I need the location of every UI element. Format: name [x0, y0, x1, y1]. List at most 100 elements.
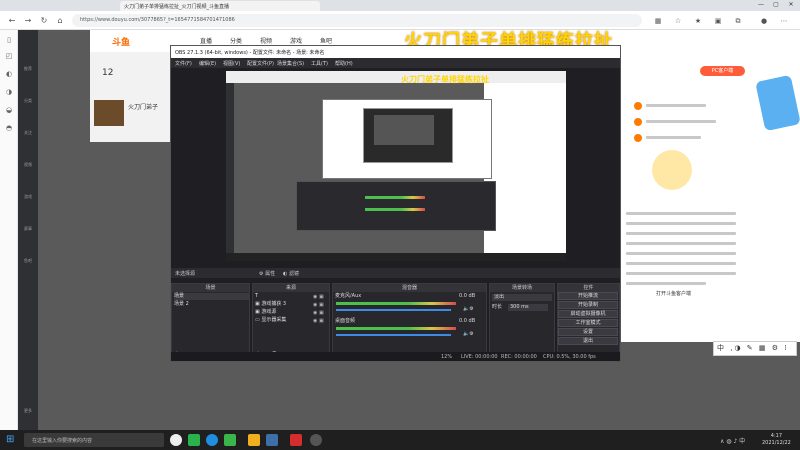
nav-game[interactable]: 游戏 — [290, 36, 302, 45]
settings-button[interactable]: 设置 — [558, 328, 618, 336]
app-icon[interactable] — [248, 434, 260, 446]
sidebar-item-follow[interactable]: 关注 — [20, 130, 36, 136]
back-icon[interactable]: ← — [6, 15, 18, 27]
sidebar-item-event[interactable]: 赛事 — [20, 226, 36, 232]
app-icon[interactable]: ◒ — [4, 106, 14, 116]
mute-config-icons[interactable]: 🔈⚙ — [463, 306, 474, 313]
menu-profile[interactable]: 配置文件(P) — [247, 60, 274, 67]
sidebar-item-category[interactable]: 分类 — [20, 98, 36, 104]
wechat-icon[interactable] — [224, 434, 236, 446]
app-icon[interactable] — [290, 434, 302, 446]
nav-fishbar[interactable]: 鱼吧 — [320, 36, 332, 45]
sidebar-item-more[interactable]: 更多 — [20, 408, 36, 414]
favorites-icon[interactable]: ★ — [692, 15, 704, 27]
app-icon[interactable]: ◐ — [4, 70, 14, 80]
studio-mode-button[interactable]: 工作室模式 — [558, 319, 618, 327]
info-line — [646, 104, 706, 107]
stream-thumbnail[interactable] — [94, 100, 124, 126]
follow-panel: 12 火刀门弟子 — [90, 52, 170, 142]
taskbar-search[interactable]: 在这里输入你要搜索的内容 — [24, 433, 164, 447]
menu-scene-collection[interactable]: 场景集合(S) — [277, 60, 304, 67]
nested-overlay-title: 火刀门弟子单排猛练拉扯 — [401, 74, 489, 84]
audio-meter — [336, 327, 456, 330]
scene-item[interactable]: 场景 — [174, 293, 249, 300]
sidebar-item-fishbar[interactable]: 鱼吧 — [20, 258, 36, 264]
nav-live[interactable]: 直播 — [200, 36, 212, 45]
taskbar: ⊞ 在这里输入你要搜索的内容 ∧ ◍ ♪ 中 4:17 2021/12/22 — [0, 430, 800, 450]
obs-icon[interactable] — [310, 434, 322, 446]
source-item[interactable]: ▣ 游戏源 — [255, 309, 276, 316]
obs-preview[interactable]: 火刀门弟子单排猛练拉扯 — [226, 71, 566, 261]
volume-slider[interactable] — [336, 334, 451, 336]
dropped-frames: 12% — [441, 354, 453, 360]
close-button[interactable]: ✕ — [784, 1, 798, 10]
minimize-button[interactable]: — — [754, 1, 768, 10]
maximize-button[interactable]: ▢ — [769, 1, 783, 10]
edge-icon[interactable] — [206, 434, 218, 446]
transitions-dock: 场景转场 淡出 时长 300 ms — [489, 283, 555, 361]
start-recording-button[interactable]: 开始录制 — [558, 301, 618, 309]
open-client-link[interactable]: 打开斗鱼客户端 — [656, 290, 691, 297]
app-icon[interactable]: ◓ — [4, 124, 14, 134]
obs-window: OBS 27.1.3 (64-bit, windows) - 配置文件: 未命名… — [170, 45, 621, 362]
app-icon[interactable] — [188, 434, 200, 446]
virtual-camera-button[interactable]: 启动虚拟摄像机 — [558, 310, 618, 318]
obs-menubar: 文件(F) 编辑(E) 视图(V) 配置文件(P) 场景集合(S) 工具(T) … — [171, 58, 620, 68]
star-icon[interactable]: ☆ — [672, 15, 684, 27]
properties-button[interactable]: ⚙ 属性 — [259, 270, 275, 277]
browser-sidebar: ▯ ◰ ◐ ◑ ◒ ◓ — [0, 30, 18, 430]
app-icon[interactable] — [170, 434, 182, 446]
source-item[interactable]: ▭ 显示器采集 — [255, 317, 286, 324]
site-logo[interactable]: 斗鱼 — [112, 35, 130, 48]
sidebar-item-recommend[interactable]: 推荐 — [20, 66, 36, 72]
ime-toolbar[interactable]: 中 ,◑ ✎ ▦ ⚙ ⁞ — [713, 341, 797, 356]
nav-video[interactable]: 视频 — [260, 36, 272, 45]
extensions-icon[interactable]: ⧉ — [732, 15, 744, 27]
nested-window — [322, 99, 492, 179]
collections-icon[interactable]: ▣ — [712, 15, 724, 27]
sidebar-item-video[interactable]: 视频 — [20, 162, 36, 168]
sidebar-item-game[interactable]: 游戏 — [20, 194, 36, 200]
taskbar-clock[interactable]: 4:17 2021/12/22 — [762, 433, 791, 447]
nav-category[interactable]: 分类 — [230, 36, 242, 45]
sidebar-icon[interactable]: ▯ — [4, 36, 14, 46]
steam-icon[interactable] — [266, 434, 278, 446]
mixer-channel-name: 桌面音频 — [335, 318, 356, 324]
menu-tools[interactable]: 工具(T) — [311, 60, 328, 67]
stream-title[interactable]: 火刀门弟子 — [128, 102, 158, 111]
mute-config-icons[interactable]: 🔈⚙ — [463, 331, 474, 338]
visibility-lock-icons[interactable]: ◉ ▣ ◉ ▣ ◉ ▣ ◉ ▣ — [313, 293, 324, 325]
forward-icon[interactable]: → — [22, 15, 34, 27]
follow-count: 12 — [102, 68, 114, 78]
source-item[interactable]: ▣ 游戏捕获 3 — [255, 301, 286, 308]
menu-edit[interactable]: 编辑(E) — [199, 60, 216, 67]
system-tray-icons[interactable]: ∧ ◍ ♪ 中 — [720, 436, 745, 445]
more-icon[interactable]: ⋯ — [778, 15, 790, 27]
url-input[interactable]: https://www.douyu.com/3077865?_t=1654771… — [72, 14, 642, 27]
menu-view[interactable]: 视图(V) — [223, 60, 240, 67]
transition-select[interactable]: 淡出 — [492, 294, 552, 301]
exit-button[interactable]: 退出 — [558, 337, 618, 345]
start-streaming-button[interactable]: 开始推流 — [558, 292, 618, 300]
tabs-icon[interactable]: ◰ — [4, 52, 14, 62]
menu-file[interactable]: 文件(F) — [175, 60, 192, 67]
duration-label: 时长 — [492, 304, 503, 310]
refresh-icon[interactable]: ↻ — [38, 15, 50, 27]
scene-item[interactable]: 场景 2 — [174, 301, 189, 308]
windows-start-icon[interactable]: ⊞ — [6, 434, 18, 446]
home-icon[interactable]: ⌂ — [54, 15, 66, 27]
preview-taskbar — [226, 253, 566, 261]
volume-slider[interactable] — [336, 309, 451, 311]
browser-tab[interactable]: 火刀门弟子单排猛练拉扯_火刀门视频_斗鱼直播 — [120, 1, 320, 11]
app-icon[interactable]: ◑ — [4, 88, 14, 98]
pc-client-button[interactable]: PC客户端 — [700, 66, 745, 76]
info-line — [646, 120, 716, 123]
scenes-dock-title: 场景 — [172, 284, 249, 292]
filters-button[interactable]: ◐ 滤镜 — [283, 270, 299, 277]
duration-input[interactable]: 300 ms — [508, 304, 548, 311]
profile-icon[interactable]: ● — [758, 15, 770, 27]
gift-icon — [634, 134, 642, 142]
source-item[interactable]: T — [255, 293, 258, 300]
grid-icon[interactable]: ▦ — [652, 15, 664, 27]
menu-help[interactable]: 帮助(H) — [335, 60, 353, 67]
